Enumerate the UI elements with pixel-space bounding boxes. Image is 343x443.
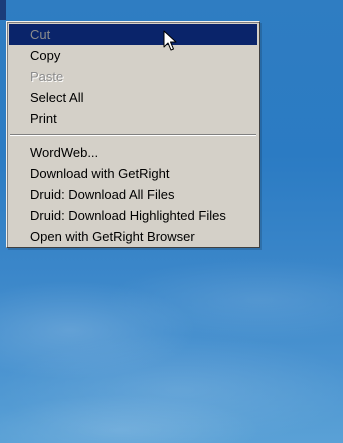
menu-item-druid-download-highlighted[interactable]: Druid: Download Highlighted Files (9, 205, 257, 226)
menu-item-druid-download-all[interactable]: Druid: Download All Files (9, 184, 257, 205)
context-menu: Cut Copy Paste Select All Print WordWeb.… (6, 21, 260, 248)
menu-item-select-all[interactable]: Select All (9, 87, 257, 108)
menu-separator (10, 134, 256, 136)
menu-item-open-getright-browser[interactable]: Open with GetRight Browser (9, 226, 257, 247)
menu-item-cut[interactable]: Cut (9, 24, 257, 45)
window-edge (0, 0, 6, 20)
menu-item-download-getright[interactable]: Download with GetRight (9, 163, 257, 184)
menu-item-print[interactable]: Print (9, 108, 257, 129)
arrow-pointer-icon (163, 30, 177, 51)
menu-item-copy[interactable]: Copy (9, 45, 257, 66)
menu-item-paste[interactable]: Paste (9, 66, 257, 87)
menu-item-wordweb[interactable]: WordWeb... (9, 142, 257, 163)
